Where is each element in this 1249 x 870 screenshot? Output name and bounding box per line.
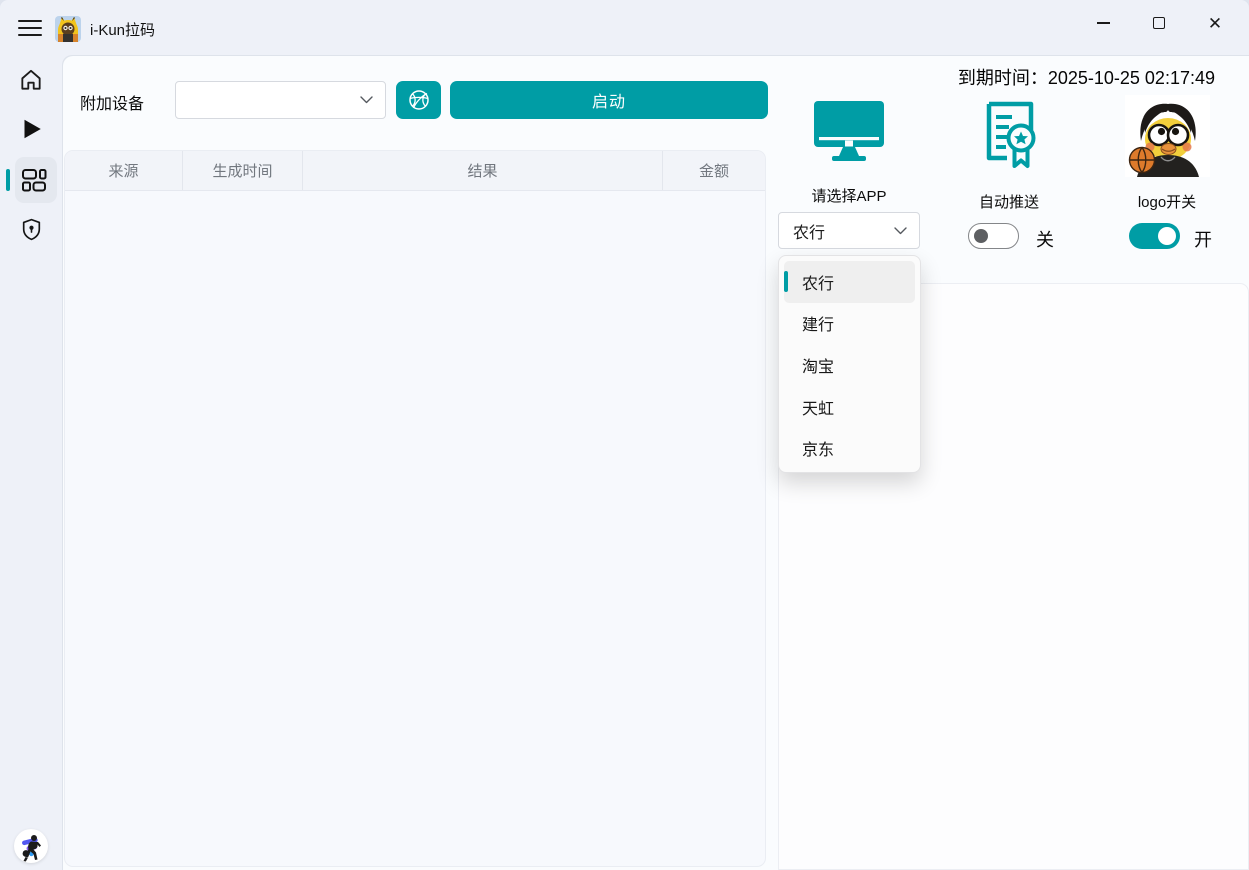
home-icon	[18, 67, 44, 93]
menu-item-label: 淘宝	[802, 353, 834, 377]
maximize-button[interactable]	[1131, 0, 1187, 46]
close-button[interactable]: ✕	[1187, 0, 1243, 46]
auto-push-label: 自动推送	[938, 191, 1080, 212]
minimize-icon	[1097, 22, 1110, 23]
menu-hamburger-icon[interactable]	[16, 16, 46, 40]
basketball-player-icon	[17, 834, 45, 864]
expiry-label: 到期时间：	[958, 68, 1048, 88]
shield-lock-icon	[19, 217, 44, 242]
app-select[interactable]: 农行	[778, 212, 920, 249]
expiry-value: 2025-10-25 02:17:49	[1048, 68, 1215, 88]
device-select[interactable]	[175, 81, 386, 119]
menu-item-label: 京东	[802, 436, 834, 460]
window-title: i-Kun拉码	[90, 19, 155, 40]
maximize-icon	[1153, 17, 1165, 29]
app-select-value: 农行	[793, 219, 825, 243]
monitor-icon	[813, 101, 885, 165]
sidebar-item-run[interactable]	[0, 106, 62, 152]
basketball-icon	[407, 88, 431, 112]
app-logo-icon	[55, 16, 81, 42]
column-header-amount: 金额	[663, 151, 765, 190]
window-controls: ✕	[1075, 0, 1243, 46]
selected-item-indicator	[784, 271, 788, 292]
auto-push-state: 关	[1036, 226, 1054, 252]
chevron-down-icon	[360, 96, 373, 104]
launch-button[interactable]: 启动	[450, 81, 768, 119]
sidebar-item-home[interactable]	[0, 57, 62, 103]
sidebar-selected-indicator	[6, 169, 10, 191]
menu-item-label: 建行	[802, 311, 834, 335]
column-header-result: 结果	[303, 151, 663, 190]
device-label: 附加设备	[80, 90, 144, 114]
table-header-row: 来源 生成时间 结果 金额	[65, 151, 765, 191]
close-icon: ✕	[1208, 15, 1222, 32]
dashboard-grid-icon	[21, 167, 47, 193]
app-select-label: 请选择APP	[778, 185, 920, 206]
sidebar	[0, 55, 62, 870]
toggle-knob	[974, 229, 988, 243]
app-select-dropdown-menu: 农行 建行 淘宝 天虹 京东	[778, 255, 921, 473]
certificate-icon	[981, 100, 1039, 170]
menu-item-label: 农行	[802, 270, 834, 294]
chevron-down-icon	[894, 227, 907, 235]
expiry-time: 到期时间：2025-10-25 02:17:49	[778, 64, 1215, 90]
column-header-source: 来源	[65, 151, 183, 190]
column-header-time: 生成时间	[183, 151, 303, 190]
menu-item-label: 天虹	[802, 395, 834, 419]
logo-switch-label: logo开关	[1096, 191, 1238, 212]
results-table: 来源 生成时间 结果 金额	[64, 150, 766, 867]
mascot-avatar	[1125, 95, 1210, 177]
logo-switch-state: 开	[1194, 226, 1212, 252]
titlebar: i-Kun拉码 ✕	[0, 0, 1249, 55]
play-icon	[18, 116, 44, 142]
minimize-button[interactable]	[1075, 0, 1131, 46]
menu-item-taobao[interactable]: 淘宝	[784, 344, 915, 386]
basketball-action-button[interactable]	[396, 81, 441, 119]
toggle-knob	[1158, 227, 1176, 245]
auto-push-toggle[interactable]	[968, 223, 1019, 249]
menu-item-nonghang[interactable]: 农行	[784, 261, 915, 303]
sidebar-item-dashboard[interactable]	[0, 157, 62, 203]
menu-item-jingdong[interactable]: 京东	[784, 427, 915, 469]
menu-item-tianhong[interactable]: 天虹	[784, 386, 915, 428]
menu-item-jianhang[interactable]: 建行	[784, 303, 915, 345]
sidebar-item-security[interactable]	[0, 206, 62, 252]
sidebar-item-basketball-player[interactable]	[0, 826, 62, 870]
logo-switch-toggle[interactable]	[1129, 223, 1180, 249]
app-window: i-Kun拉码 ✕	[0, 0, 1249, 870]
